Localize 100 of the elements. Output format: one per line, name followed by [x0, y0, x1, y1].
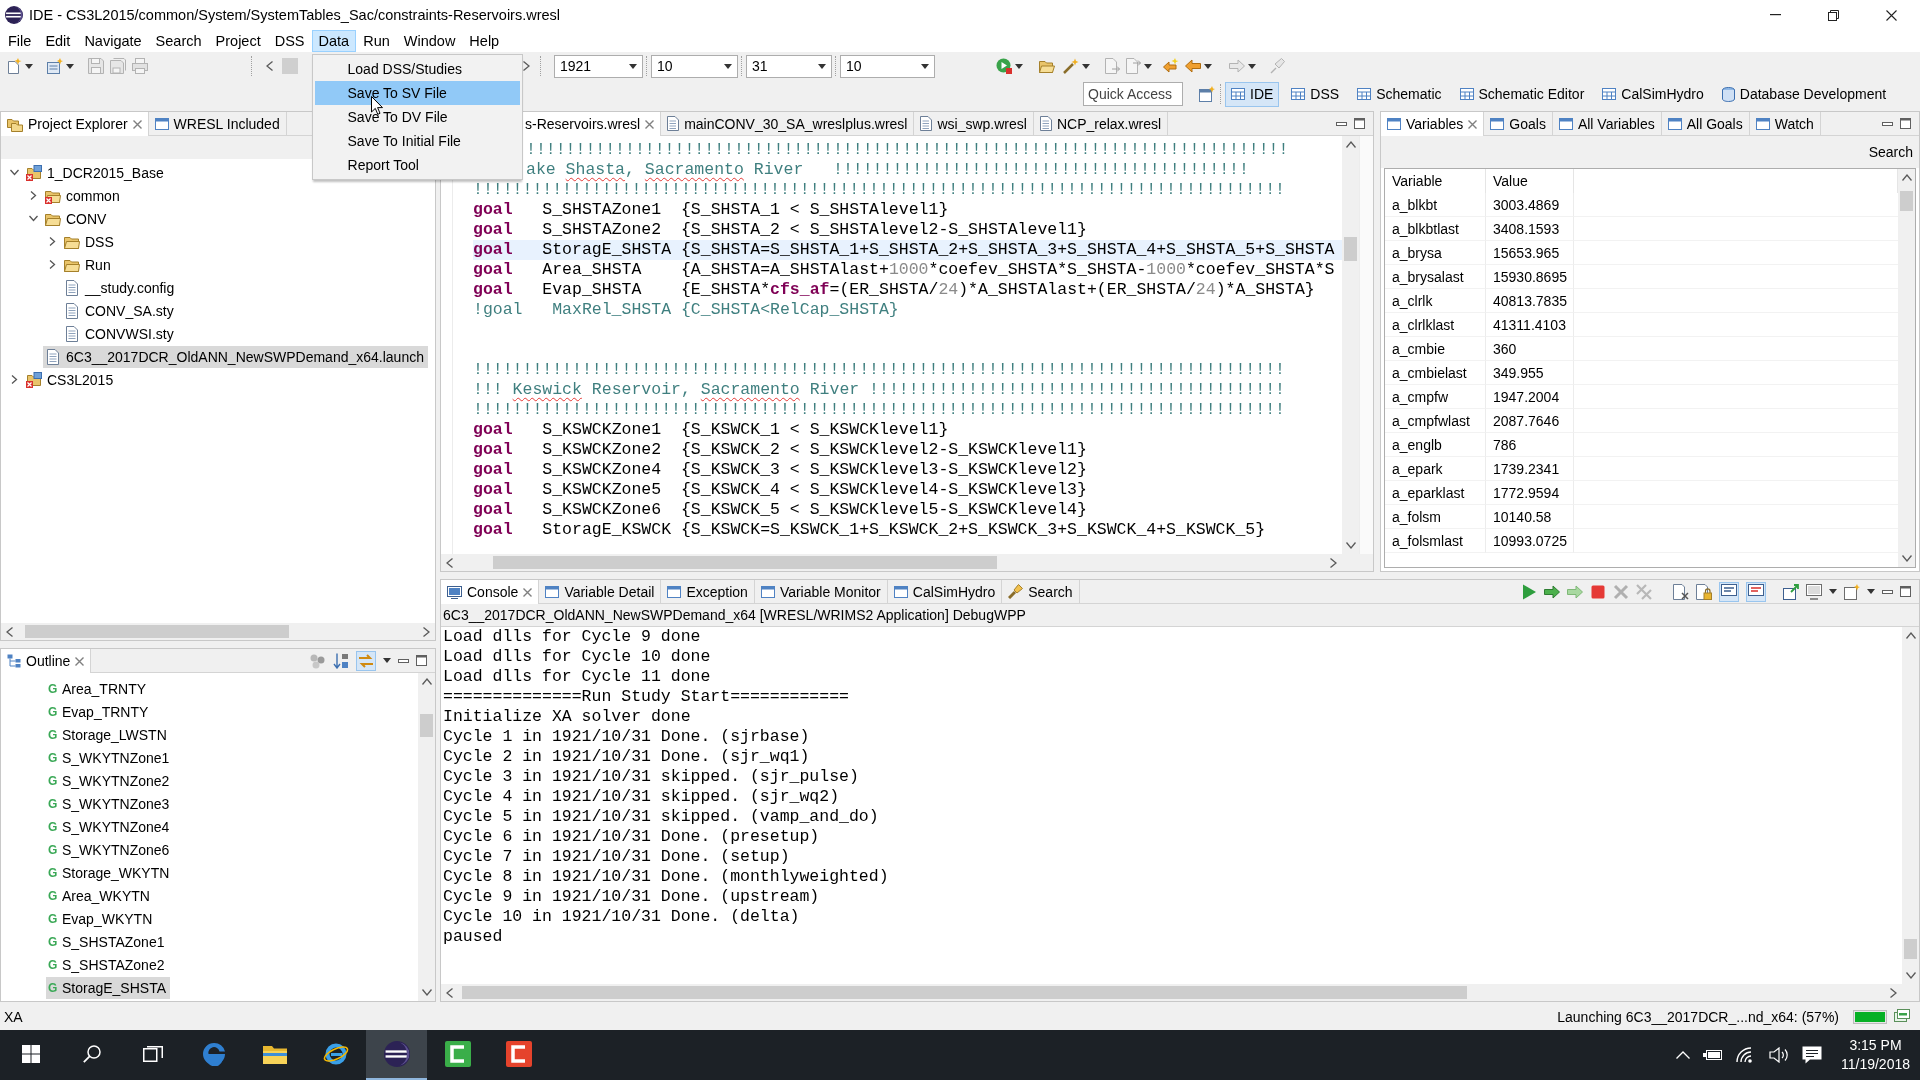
outline-item[interactable]: G StoragE_SHSTA [46, 976, 170, 999]
chevron-right-icon[interactable] [1330, 557, 1337, 568]
chevron-left-icon[interactable] [6, 626, 13, 637]
chevron-down-icon[interactable] [1345, 542, 1356, 549]
browser-orbit-icon[interactable] [322, 1042, 349, 1066]
app-tile-icon[interactable] [444, 1041, 471, 1067]
menu-item[interactable]: Edit [38, 30, 78, 52]
tree-item[interactable]: 1_DCR2015_Base [24, 161, 168, 184]
wand-icon[interactable] [1063, 58, 1079, 74]
column-header[interactable]: Variable [1385, 169, 1486, 193]
tree-item[interactable]: common [43, 184, 124, 207]
chevron-right-icon[interactable] [29, 191, 38, 200]
browser-icon[interactable] [201, 1042, 226, 1066]
lock-document-icon[interactable] [1696, 583, 1712, 600]
menu-item[interactable]: DSS [267, 30, 312, 52]
scroll-thumb[interactable] [1344, 237, 1357, 261]
outline-item[interactable]: G Evap_TRNTY [46, 700, 153, 723]
tree-item[interactable]: CONV_SA.sty [62, 299, 178, 322]
chevron-down-icon[interactable] [29, 214, 38, 223]
run-icon[interactable] [996, 58, 1012, 74]
dropdown-field[interactable]: 10 [840, 54, 935, 78]
chevron-left-icon[interactable] [446, 987, 453, 998]
new-file-icon[interactable] [6, 58, 22, 74]
taskbar-button[interactable] [366, 1030, 427, 1080]
sort-icon[interactable] [333, 652, 349, 669]
minimize-icon[interactable] [1769, 14, 1781, 16]
column-header[interactable]: Value [1486, 169, 1574, 193]
chevron-left-icon[interactable] [446, 557, 453, 568]
maximize-icon[interactable] [1354, 118, 1365, 129]
close-icon[interactable] [1885, 9, 1897, 21]
console-output-icon[interactable] [1719, 581, 1739, 602]
vertical-scrollbar[interactable] [1902, 627, 1919, 984]
tree-item[interactable]: Run [62, 253, 115, 276]
caret-icon[interactable] [1144, 63, 1152, 69]
scroll-thumb[interactable] [25, 625, 289, 638]
menu-item[interactable]: Help [462, 30, 507, 52]
caret-icon[interactable] [1082, 63, 1090, 69]
perspective-button[interactable]: Schematic Editor [1453, 81, 1591, 107]
menu-item[interactable]: Navigate [77, 30, 149, 52]
outline-item[interactable]: G Area_TRNTY [46, 677, 151, 700]
view-tab[interactable]: Project Explorer [1, 112, 149, 136]
windows-logo-icon[interactable] [21, 1045, 40, 1063]
horizontal-scrollbar[interactable] [441, 554, 1342, 571]
scroll-thumb[interactable] [462, 986, 1467, 999]
chevron-right-icon[interactable] [523, 61, 530, 71]
caret-icon[interactable] [1829, 589, 1837, 594]
menu-item[interactable]: Data [311, 30, 357, 52]
open-perspective-icon[interactable] [1199, 86, 1215, 102]
chevron-right-icon[interactable] [48, 260, 57, 269]
menu-entry[interactable]: Save To DV File [314, 105, 520, 129]
chevron-left-icon[interactable] [266, 61, 273, 71]
caret-icon[interactable] [629, 63, 637, 69]
dropdown-field[interactable]: 31 [746, 54, 832, 78]
tree-item[interactable]: DSS [62, 230, 118, 253]
menu-entry[interactable]: Save To SV File [314, 81, 520, 105]
search-button[interactable]: Search [1868, 144, 1913, 160]
new-item-icon[interactable] [47, 58, 63, 74]
task-view-icon[interactable] [142, 1046, 163, 1062]
menu-entry[interactable]: Save To Initial File [314, 129, 520, 153]
chevron-up-icon[interactable] [1901, 174, 1912, 181]
perspective-button[interactable]: Schematic [1351, 81, 1448, 107]
play-icon[interactable] [1521, 583, 1537, 600]
horizontal-scrollbar[interactable] [1, 623, 435, 640]
tree-item[interactable]: CS3L2015 [24, 368, 118, 391]
quick-access-field[interactable]: Quick Access [1083, 82, 1183, 106]
chevron-right-icon[interactable] [48, 237, 57, 246]
caret-icon[interactable] [25, 63, 33, 69]
perspective-button[interactable]: IDE [1225, 81, 1280, 107]
scroll-thumb[interactable] [493, 556, 997, 569]
caret-icon[interactable] [1248, 63, 1256, 69]
outline-item[interactable]: G S_WKYTNZone3 [46, 792, 174, 815]
dropdown-field[interactable]: 1921 [554, 54, 643, 78]
volume-icon[interactable] [1768, 1047, 1789, 1063]
window-arrow-icon[interactable] [1783, 583, 1799, 600]
battery-icon[interactable] [1702, 1049, 1723, 1061]
outline-item[interactable]: G S_WKYTNZone2 [46, 769, 174, 792]
vertical-scrollbar[interactable] [1342, 136, 1359, 554]
chevron-right-icon[interactable] [423, 626, 430, 637]
vertical-scrollbar[interactable] [418, 673, 435, 1001]
chevron-down-icon[interactable] [1905, 972, 1916, 979]
minimize-icon[interactable] [1336, 121, 1347, 126]
chevron-right-icon[interactable] [1890, 987, 1897, 998]
arrow-star-icon[interactable] [1163, 58, 1179, 74]
tree-item[interactable]: CONVWSI.sty [62, 322, 178, 345]
chevron-right-icon[interactable] [10, 375, 19, 384]
maximize-icon[interactable] [1900, 118, 1911, 129]
outline-item[interactable]: G S_WKYTNZone4 [46, 815, 174, 838]
perspective-button[interactable]: DSS [1285, 81, 1346, 107]
scroll-thumb[interactable] [1900, 191, 1913, 211]
menu-item[interactable]: File [1, 30, 39, 52]
outline-item[interactable]: G Evap_WKYTN [46, 907, 157, 930]
menu-entry[interactable]: Load DSS/Studies [314, 57, 520, 81]
progress-view-icon[interactable] [1894, 1009, 1910, 1025]
search-icon[interactable] [82, 1045, 101, 1063]
restore-icon[interactable] [1827, 9, 1839, 21]
horizontal-scrollbar[interactable] [441, 984, 1902, 1001]
editor-tab[interactable]: s-Reservoirs.wresl [522, 112, 662, 136]
sphere-logo-icon[interactable] [383, 1041, 410, 1067]
menu-entry[interactable]: Report Tool [314, 153, 520, 177]
perspective-button[interactable]: Database Development [1715, 81, 1893, 107]
